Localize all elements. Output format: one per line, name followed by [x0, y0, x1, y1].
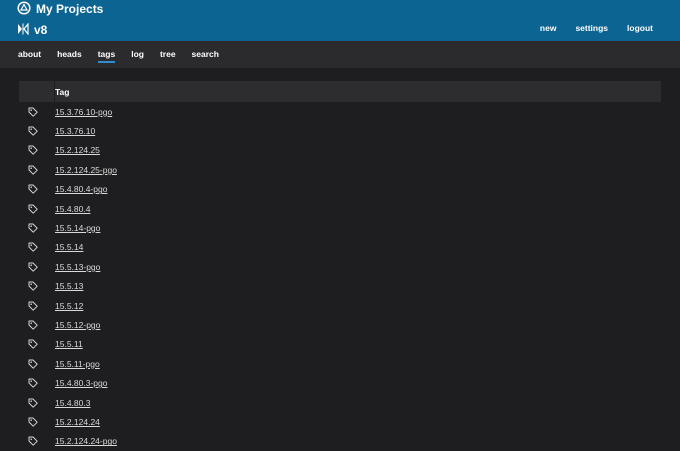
tag-icon	[19, 296, 55, 315]
tag-icon	[19, 335, 55, 354]
table-row: 15.3.76.10-pgo	[19, 102, 661, 121]
table-row: 15.5.12	[19, 296, 661, 315]
nav-log[interactable]: log	[131, 41, 144, 68]
logo-icon	[17, 0, 31, 18]
tag-link[interactable]: 15.5.14-pgo	[55, 223, 100, 233]
tag-link[interactable]: 15.4.80.4	[55, 204, 90, 214]
tag-icon	[19, 199, 55, 218]
tag-link[interactable]: 15.5.12-pgo	[55, 320, 100, 330]
table-row: 15.5.11-pgo	[19, 354, 661, 373]
tag-icon	[19, 121, 55, 140]
tags-list: 15.3.76.10-pgo 15.3.76.10 15.2.124.25 15.2.…	[19, 102, 661, 451]
repo-title[interactable]: v8	[17, 21, 48, 38]
tag-link[interactable]: 15.2.124.25	[55, 145, 100, 155]
table-row: 15.2.124.24-pgo	[19, 432, 661, 451]
tag-icon	[19, 141, 55, 160]
table-row: 15.5.13-pgo	[19, 257, 661, 276]
tags-content: Tag 15.3.76.10-pgo 15.3.76.10 15.2.124.25 1…	[0, 68, 680, 451]
nav-heads[interactable]: heads	[57, 41, 82, 68]
brand[interactable]: My Projects	[17, 0, 104, 18]
table-row: 15.5.14	[19, 238, 661, 257]
icon-column-header	[19, 81, 55, 102]
tag-link[interactable]: 15.5.14	[55, 242, 83, 252]
tag-link[interactable]: 15.2.124.24	[55, 417, 100, 427]
table-row: 15.5.12-pgo	[19, 315, 661, 334]
table-row: 15.4.80.3	[19, 393, 661, 412]
nav-tags[interactable]: tags	[97, 41, 116, 68]
tag-icon	[19, 160, 55, 179]
repo-nav: about heads tags log tree search	[0, 41, 680, 68]
brand-title: My Projects	[36, 2, 104, 16]
table-header: Tag	[19, 81, 661, 102]
tag-link[interactable]: 15.4.80.4-pgo	[55, 184, 107, 194]
tag-link[interactable]: 15.5.11	[55, 339, 83, 349]
tag-icon	[19, 257, 55, 276]
column-header-tag: Tag	[55, 86, 70, 97]
new-link[interactable]: new	[540, 23, 557, 33]
tag-link[interactable]: 15.3.76.10-pgo	[55, 107, 112, 117]
repo-name: v8	[34, 23, 48, 37]
table-row: 15.5.14-pgo	[19, 218, 661, 237]
tag-link[interactable]: 15.5.13	[55, 281, 83, 291]
tag-link[interactable]: 15.5.13-pgo	[55, 262, 100, 272]
tag-link[interactable]: 15.4.80.3	[55, 398, 90, 408]
table-row: 15.2.124.25	[19, 141, 661, 160]
header-actions: new settings logout	[540, 23, 653, 33]
nav-about[interactable]: about	[18, 41, 41, 68]
settings-link[interactable]: settings	[575, 23, 608, 33]
tag-link[interactable]: 15.5.11-pgo	[55, 359, 100, 369]
top-header: My Projects v8 new settings logout	[0, 0, 680, 41]
nav-tree[interactable]: tree	[160, 41, 176, 68]
tag-link[interactable]: 15.4.80.3-pgo	[55, 378, 107, 388]
table-row: 15.4.80.3-pgo	[19, 373, 661, 392]
tag-icon	[19, 102, 55, 121]
tag-icon	[19, 393, 55, 412]
table-row: 15.4.80.4	[19, 199, 661, 218]
tag-link[interactable]: 15.2.124.25-pgo	[55, 165, 117, 175]
tag-link[interactable]: 15.5.12	[55, 301, 83, 311]
tag-icon	[19, 315, 55, 334]
repo-icon	[17, 21, 29, 38]
tag-link[interactable]: 15.2.124.24-pgo	[55, 436, 117, 446]
table-row: 15.3.76.10	[19, 121, 661, 140]
tag-icon	[19, 218, 55, 237]
tag-icon	[19, 238, 55, 257]
tag-icon	[19, 432, 55, 451]
tag-icon	[19, 354, 55, 373]
table-row: 15.4.80.4-pgo	[19, 180, 661, 199]
logout-link[interactable]: logout	[627, 23, 653, 33]
tag-icon	[19, 277, 55, 296]
tag-icon	[19, 373, 55, 392]
table-row: 15.2.124.25-pgo	[19, 160, 661, 179]
table-row: 15.5.13	[19, 277, 661, 296]
table-row: 15.5.11	[19, 335, 661, 354]
tag-link[interactable]: 15.3.76.10	[55, 126, 95, 136]
tag-icon	[19, 180, 55, 199]
table-row: 15.2.124.24	[19, 412, 661, 431]
tag-icon	[19, 412, 55, 431]
nav-search[interactable]: search	[192, 41, 219, 68]
